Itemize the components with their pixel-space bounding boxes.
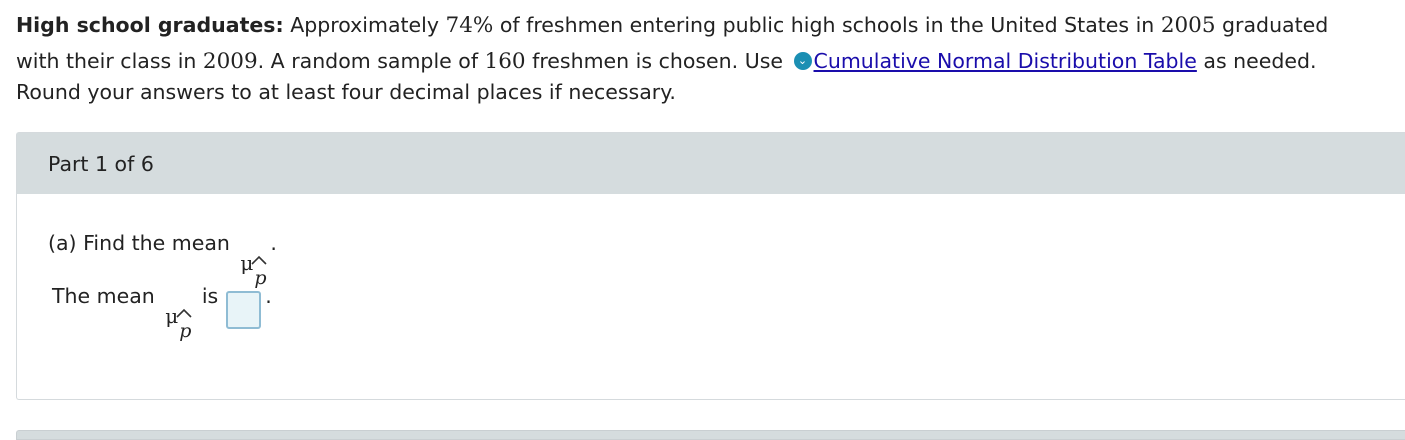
part-title: Part 1 of 6 [48, 152, 154, 176]
year-value: 2009 [202, 49, 258, 74]
next-part-header [16, 430, 1405, 440]
answer-row: The mean μp is. [52, 283, 272, 342]
problem-text: . A random sample of [257, 49, 485, 73]
question-punct: . [270, 231, 277, 255]
answer-punct: . [265, 284, 272, 308]
mean-answer-input[interactable] [226, 290, 262, 329]
problem-title: High school graduates: [16, 13, 284, 37]
problem-line-3: Round your answers to at least four deci… [16, 80, 676, 104]
problem-line-1: High school graduates: Approximately 74%… [16, 8, 1396, 43]
problem-text: of freshmen entering public high schools… [493, 13, 1161, 37]
problem-text: with their class in [16, 49, 203, 73]
sample-size-value: 160 [484, 49, 526, 74]
problem-statement: High school graduates: Approximately 74%… [16, 8, 1396, 109]
question-a: (a) Find the mean μp. [48, 230, 277, 289]
problem-text: freshmen is chosen. Use [525, 49, 790, 73]
part-header: Part 1 of 6 [17, 133, 1405, 194]
problem-text: graduated [1215, 13, 1329, 37]
year-value: 2005 [1160, 13, 1216, 38]
question-text: (a) Find the mean [48, 231, 237, 255]
hat-icon [251, 255, 267, 265]
subscript-p: p [179, 320, 192, 342]
part-panel: Part 1 of 6 (a) Find the mean μp. The me… [16, 132, 1405, 400]
normal-table-link[interactable]: Cumulative Normal Distribution Table [814, 49, 1197, 73]
problem-text: Approximately [283, 13, 446, 37]
percent-value: 74% [445, 13, 494, 38]
answer-is-text: is [195, 284, 219, 308]
hat-icon [176, 308, 192, 318]
chevron-down-circle-icon[interactable]: ⌄ [793, 52, 812, 70]
problem-text: as needed. [1196, 49, 1317, 73]
answer-label: The mean [52, 284, 162, 308]
problem-line-2: with their class in 2009. A random sampl… [16, 44, 1396, 79]
